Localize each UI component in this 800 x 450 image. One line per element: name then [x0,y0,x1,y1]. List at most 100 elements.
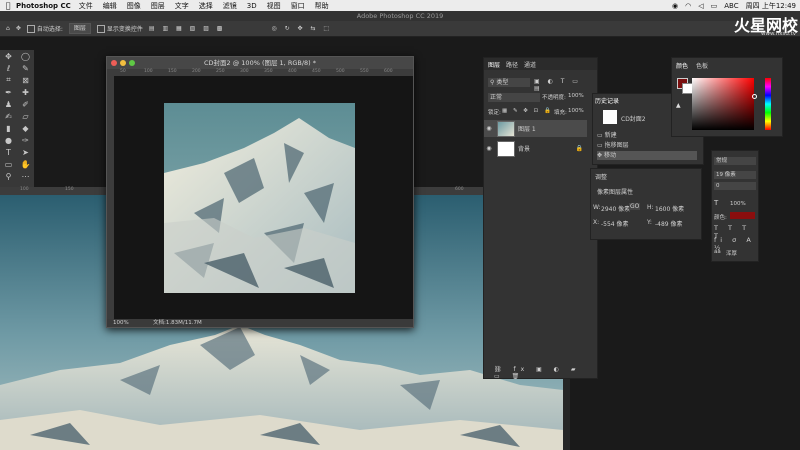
layer-kind-filter[interactable]: ⚲ 类型 [488,78,530,87]
document-window[interactable]: CD封面2 @ 100% (图层 1, RGB/8) * 50 100 150 … [106,56,414,328]
history-state[interactable]: ▭ 拖移图层 [597,141,697,150]
link-button[interactable]: GO [629,203,641,210]
menu-help[interactable]: 帮助 [315,1,329,11]
opacity-value[interactable]: 100% [568,93,584,99]
auto-select-target[interactable]: 图层 [68,23,91,34]
height-field[interactable]: 1600 像素 [655,204,684,213]
warning-icon[interactable]: ▲ [676,102,681,109]
canvas-mountain-image[interactable] [164,103,355,293]
history-brush-icon[interactable]: ✍ [5,112,12,121]
zoom-icon[interactable]: ⚲ [6,172,12,181]
tracking-select[interactable]: 0 [714,182,756,190]
history-state-label: 拖移图层 [604,142,629,149]
font-size-select[interactable]: 19 像素 [714,171,756,179]
w-label: W: [593,204,601,211]
align-icons[interactable]: ▤ ▥ ▦ ▧ ▨ ▩ [149,25,226,32]
layer-name[interactable]: 图层 1 [518,124,536,133]
scale-value[interactable]: 100% [730,201,746,207]
ruler-tick: 550 [360,69,369,74]
clock[interactable]: 周四 上午12:49 [746,1,796,11]
filter-icons[interactable]: ▣ ◐ T ▭ ▤ [534,78,594,92]
document-info[interactable]: 文档:1.83M/11.7M [153,319,202,327]
text-color-swatch[interactable] [730,212,755,219]
lasso-icon[interactable]: ℓ [7,64,10,73]
menu-select[interactable]: 选择 [199,1,213,11]
menu-window[interactable]: 窗口 [291,1,305,11]
path-select-icon[interactable]: ➤ [22,148,29,157]
y-field[interactable]: -489 像素 [655,219,683,228]
home-icon[interactable]: ⌂ [6,25,10,32]
eye-icon[interactable]: ◉ [484,125,494,132]
tab-channels[interactable]: 通道 [524,60,536,69]
brush-icon[interactable]: ✐ [22,100,29,109]
menu-filter[interactable]: 滤镜 [223,1,237,11]
snapshot-name[interactable]: CD封面2 [621,114,646,123]
ruler-tick: 400 [288,69,297,74]
zoom-button[interactable] [129,60,135,66]
blend-mode-select[interactable]: 正常 [488,93,540,102]
minimize-button[interactable] [120,60,126,66]
color-picker-cursor[interactable] [752,94,757,99]
toolbar: ✥ ◯ ℓ ✎ ⌗ ⊠ ✒ ✚ ♟ ✐ ✍ ▱ ▮ ◆ ● ✑ T ➤ ▭ ✋ ⚲ ⋯ [0,50,34,188]
history-state[interactable]: ✥ 移动 [597,151,697,160]
move-tool-icon[interactable]: ✥ [5,52,12,61]
hand-icon[interactable]: ✋ [21,160,31,169]
layer-actions[interactable]: ⛓ fx ▣ ◐ ▰ ▭ 🗑 [494,366,594,380]
move-tool-icon[interactable]: ✥ [16,25,21,32]
x-field[interactable]: -554 像素 [601,219,629,228]
menu-3d[interactable]: 3D [247,2,257,10]
font-style-select[interactable]: 常规 [714,157,756,165]
eye-icon[interactable]: ◉ [484,145,494,152]
input-source[interactable]: ABC [724,2,738,10]
horizontal-ruler: 50 100 150 200 250 300 350 400 450 500 5… [107,69,413,76]
close-button[interactable] [111,60,117,66]
quick-select-icon[interactable]: ✎ [22,64,29,73]
tab-paths[interactable]: 路径 [506,60,518,69]
layer-name[interactable]: 背景 [518,144,530,153]
saturation-field[interactable] [692,78,754,130]
dodge-icon[interactable]: ● [5,136,12,145]
marquee-icon[interactable]: ◯ [21,52,30,61]
document-title-bar[interactable]: CD封面2 @ 100% (图层 1, RGB/8) * [107,57,413,69]
status-icon[interactable]: ◉ [672,2,678,10]
apple-icon[interactable]:  [0,1,16,10]
width-field[interactable]: 2940 像素 [601,204,630,213]
shape-icon[interactable]: ▭ [5,160,13,169]
tab-layers[interactable]: 图层 [488,60,500,69]
menu-file[interactable]: 文件 [79,1,93,11]
auto-select-checkbox[interactable]: 自动选择: [26,24,63,34]
wifi-icon[interactable]: ◠ [685,2,691,10]
app-menu[interactable]: Photoshop CC [16,2,71,10]
3d-mode-icons[interactable]: ◎ ↻ ✥ ⇆ ⬚ [271,25,332,32]
fill-value[interactable]: 100% [568,108,584,114]
gradient-icon[interactable]: ▮ [6,124,10,133]
stamp-icon[interactable]: ♟ [5,100,12,109]
volume-icon[interactable]: ◁ [698,2,703,10]
menu-layer[interactable]: 图层 [151,1,165,11]
tab-swatches[interactable]: 色板 [696,61,708,70]
tab-color[interactable]: 颜色 [676,61,688,70]
menu-image[interactable]: 图像 [127,1,141,11]
menu-edit[interactable]: 编辑 [103,1,117,11]
frame-icon[interactable]: ⊠ [22,76,29,85]
crop-icon[interactable]: ⌗ [6,75,11,85]
eraser-icon[interactable]: ▱ [22,112,28,121]
zoom-level[interactable]: 100% [113,319,129,327]
tab-adjustments[interactable]: 调整 [595,172,607,181]
pen-icon[interactable]: ✑ [22,136,29,145]
antialias-select[interactable]: 浑厚 [726,249,737,257]
lock-icons[interactable]: ▦ ✎ ✥ ⊡ 🔒 [502,108,553,114]
layer-thumbnail [497,120,515,137]
blur-icon[interactable]: ◆ [22,124,28,133]
eyedropper-icon[interactable]: ✒ [5,88,12,97]
hue-slider[interactable] [765,78,771,130]
layer-row[interactable]: ◉ 背景 🔒 [484,140,587,157]
healing-icon[interactable]: ✚ [22,88,29,97]
menu-view[interactable]: 视图 [267,1,281,11]
type-icon[interactable]: T [6,148,11,157]
layer-row[interactable]: ◉ 图层 1 [484,120,587,137]
more-tools-icon[interactable]: ⋯ [22,172,30,181]
battery-icon[interactable]: ▭ [711,2,718,10]
menu-type[interactable]: 文字 [175,1,189,11]
show-transform-checkbox[interactable]: 显示变换控件 [96,24,143,34]
